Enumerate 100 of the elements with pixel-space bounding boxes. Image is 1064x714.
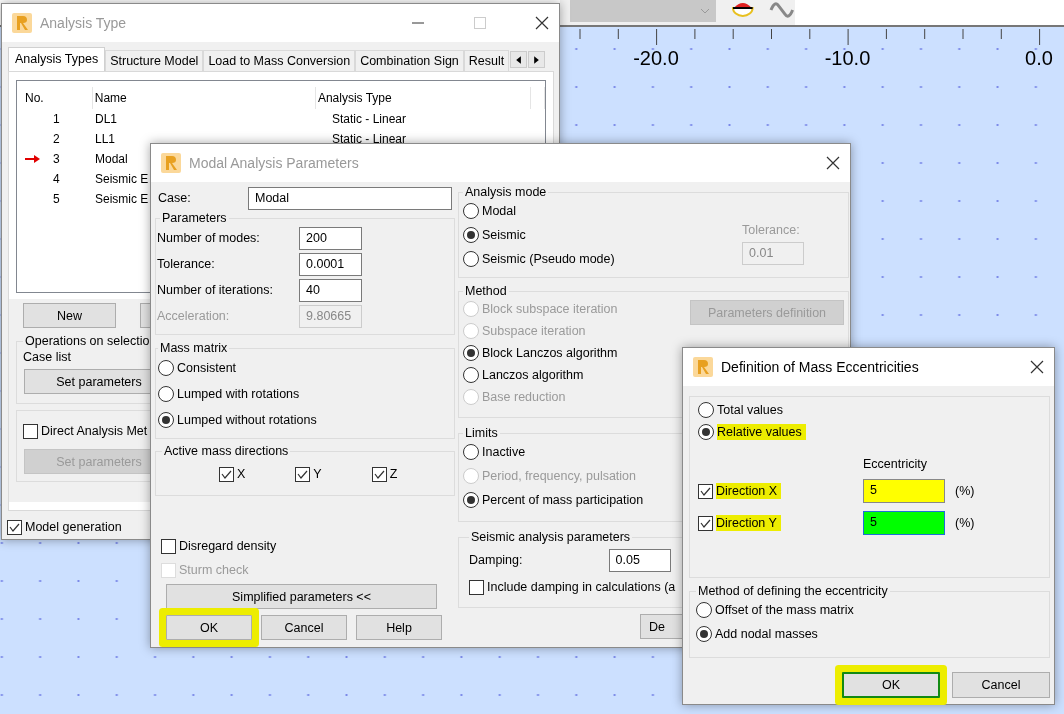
- checkbox-label: Include damping in calculations (a: [487, 580, 676, 594]
- button[interactable]: Simplified parameters <<: [166, 584, 437, 609]
- text-field[interactable]: 40: [299, 278, 362, 302]
- radio-button[interactable]: [463, 203, 479, 219]
- field-label: Acceleration:: [157, 309, 230, 323]
- column-header[interactable]: Name: [92, 87, 316, 109]
- checkbox[interactable]: [295, 466, 311, 482]
- radio-button[interactable]: [696, 602, 712, 618]
- checkbox[interactable]: [219, 466, 234, 482]
- group-title: Analysis mode: [464, 185, 548, 199]
- button[interactable]: New: [23, 303, 116, 328]
- radio-button[interactable]: [158, 386, 174, 402]
- app-logo-icon: [693, 357, 713, 377]
- button[interactable]: Cancel: [952, 672, 1050, 698]
- scroll-right-icon[interactable]: [528, 51, 546, 68]
- group-title: Method: [464, 284, 508, 298]
- field-label: Tolerance:: [157, 257, 215, 271]
- radio-label: Percent of mass participation: [482, 493, 644, 507]
- checkbox[interactable]: [23, 423, 38, 439]
- radio-label: Modal: [482, 204, 517, 218]
- field-label: Number of modes:: [157, 231, 260, 245]
- radio-button[interactable]: [463, 444, 479, 460]
- checkbox[interactable]: [371, 466, 387, 482]
- close-icon[interactable]: [1030, 360, 1044, 374]
- table-cell-text: Seismic E: [94, 172, 149, 186]
- shell-icon[interactable]: [729, 0, 756, 20]
- radio-button[interactable]: [696, 626, 712, 642]
- radio-label: Relative values: [717, 424, 806, 440]
- window-title: Definition of Mass Eccentricities: [721, 359, 919, 375]
- radio-button[interactable]: [463, 492, 479, 508]
- radio-button[interactable]: [158, 412, 174, 428]
- group-title: Mass matrix: [159, 341, 229, 355]
- app-logo-icon: [161, 153, 181, 173]
- radio-button[interactable]: [698, 424, 714, 440]
- tab[interactable]: Combination Sign: [355, 50, 464, 71]
- checkbox-label: Direct Analysis Met: [41, 424, 148, 438]
- tab[interactable]: Structure Model: [105, 50, 204, 71]
- close-icon[interactable]: [826, 156, 840, 170]
- tab[interactable]: Analysis Types: [8, 47, 106, 71]
- checkbox[interactable]: [161, 538, 176, 554]
- scroll-left-icon[interactable]: [510, 51, 528, 68]
- window-title: Modal Analysis Parameters: [189, 155, 359, 171]
- wave-icon[interactable]: [769, 0, 795, 20]
- radio-label: Lanczos algorithm: [482, 368, 584, 382]
- text-field[interactable]: 0.05: [608, 548, 671, 572]
- text-field[interactable]: Modal: [248, 186, 452, 210]
- window-title: Analysis Type: [40, 15, 127, 31]
- radio-label: Lumped without rotations: [177, 413, 317, 427]
- radio-button[interactable]: [463, 251, 479, 267]
- checkbox[interactable]: [7, 519, 22, 535]
- button[interactable]: Cancel: [261, 615, 347, 640]
- checkbox-label: Direction X: [716, 483, 782, 499]
- group-title: Seismic analysis parameters: [470, 530, 632, 544]
- radio-label: Lumped with rotations: [177, 387, 300, 401]
- checkbox-label: Direction Y: [716, 515, 781, 531]
- table-cell-text: LL1: [94, 132, 116, 146]
- radio-label: Base reduction: [482, 390, 566, 404]
- table-cell: 5: [53, 192, 60, 206]
- table-cell-text: Static - Linear: [331, 132, 407, 146]
- radio-label: Seismic: [482, 228, 526, 242]
- radio-label: Consistent: [177, 361, 237, 375]
- radio-label: Block subspace iteration: [482, 302, 618, 316]
- checkbox-label: Sturm check: [179, 563, 249, 577]
- tab[interactable]: Result: [463, 50, 510, 71]
- table-cell-text: Static - Linear: [331, 112, 407, 126]
- app-logo-icon: [12, 13, 32, 33]
- column-header[interactable]: Analysis Type: [315, 87, 532, 109]
- unit-label: (%): [955, 484, 976, 498]
- button[interactable]: Help: [356, 615, 442, 640]
- radio-button[interactable]: [463, 227, 479, 243]
- field-label: Damping:: [469, 553, 523, 567]
- table-cell: 1: [53, 112, 60, 126]
- table-cell-text: DL1: [94, 112, 117, 126]
- checkbox[interactable]: [698, 483, 713, 499]
- table-cell-text: Seismic E: [94, 192, 149, 206]
- text-field[interactable]: 5: [863, 479, 945, 503]
- radio-label: Period, frequency, pulsation: [482, 469, 637, 483]
- text-field[interactable]: 200: [299, 226, 362, 250]
- text-field[interactable]: 0.0001: [299, 252, 362, 276]
- field-label: Tolerance:: [742, 223, 801, 237]
- radio-label: Inactive: [482, 445, 526, 459]
- checkbox[interactable]: [469, 579, 484, 595]
- tab[interactable]: Load to Mass Conversion: [203, 50, 356, 71]
- radio-label: Total values: [717, 403, 783, 417]
- checkbox[interactable]: [698, 515, 713, 531]
- radio-button[interactable]: [463, 367, 479, 383]
- checkbox-label: Model generation: [25, 520, 122, 534]
- column-header: Eccentricity: [863, 457, 928, 471]
- radio-button[interactable]: [463, 345, 479, 361]
- axis-label: -20.0: [633, 47, 679, 70]
- radio-label: Add nodal masses: [715, 627, 818, 641]
- checkbox-label: Y: [313, 467, 322, 481]
- table-cell: 2: [53, 132, 60, 146]
- radio-button[interactable]: [698, 402, 714, 418]
- radio-button[interactable]: [158, 360, 174, 376]
- close-icon[interactable]: [535, 16, 549, 30]
- group-title: Method of defining the eccentricity: [697, 584, 889, 598]
- group-title: Limits: [464, 426, 499, 440]
- column-header[interactable]: No.: [23, 87, 93, 109]
- text-field[interactable]: 5: [863, 511, 945, 535]
